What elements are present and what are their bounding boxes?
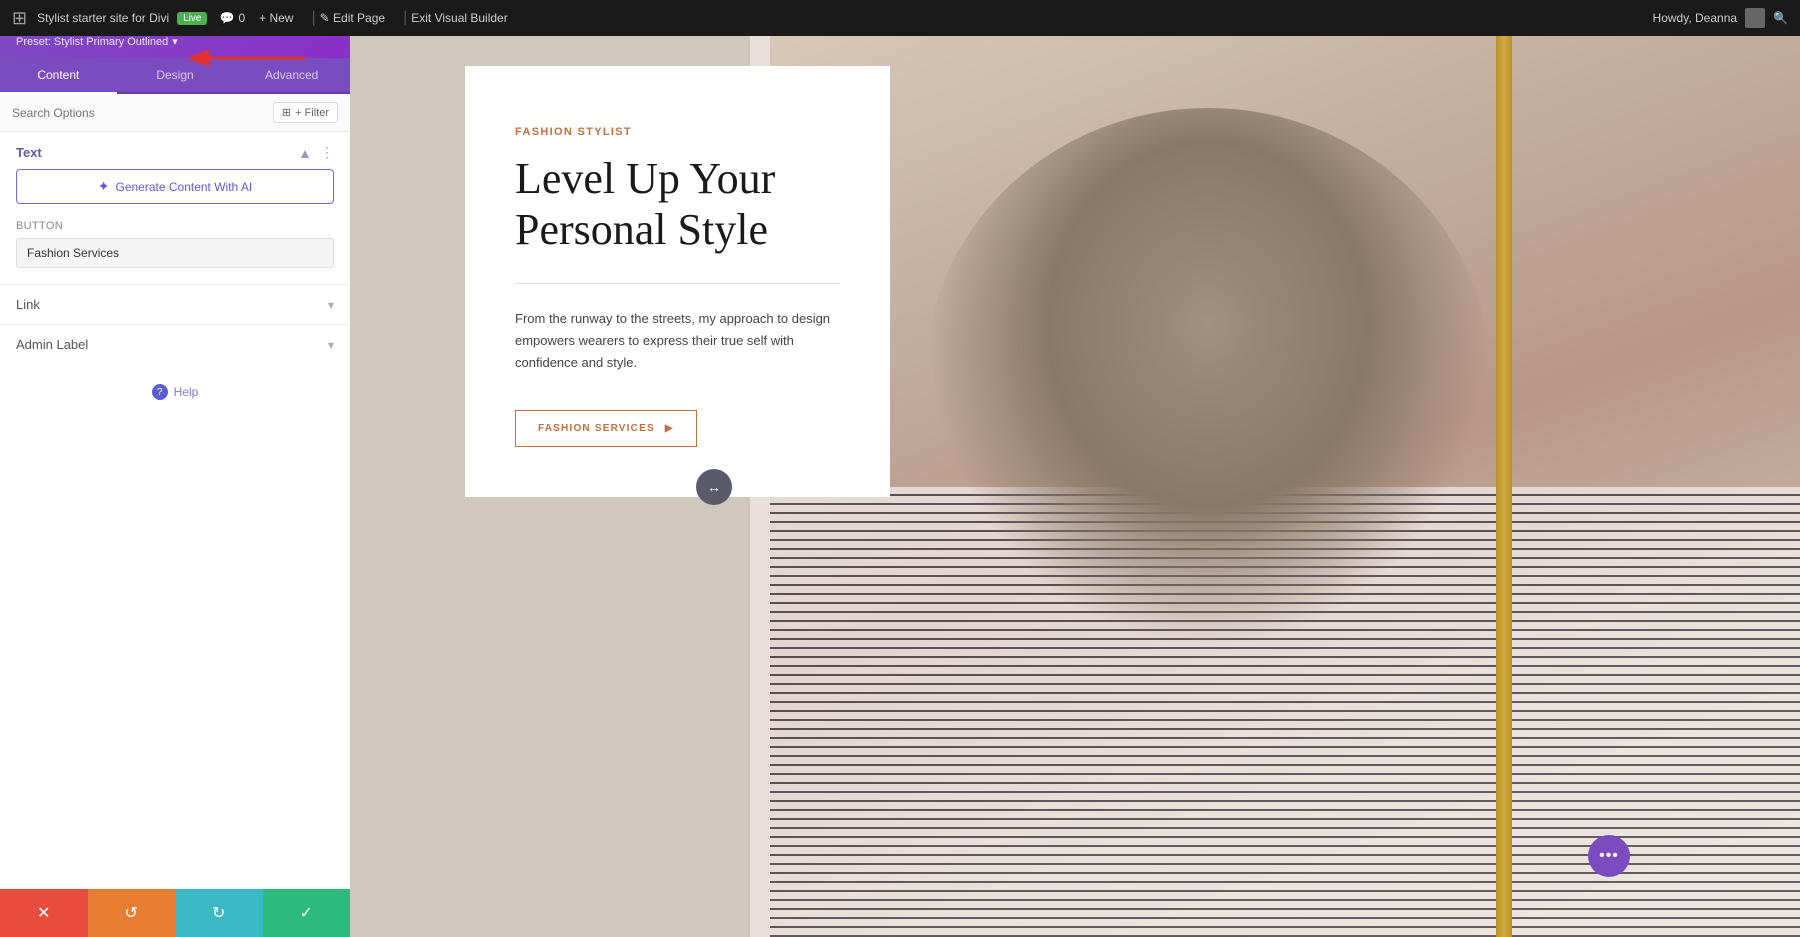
link-section-title: Link [16, 297, 40, 312]
edit-page-button[interactable]: ✎ Edit Page [320, 11, 385, 25]
filter-button[interactable]: ⊞ + Filter [273, 102, 338, 123]
exit-builder-button[interactable]: Exit Visual Builder [411, 11, 508, 25]
text-section-header: Text ▲ ⋮ [0, 132, 350, 169]
section-more-icon[interactable]: ⋮ [320, 144, 334, 161]
link-section[interactable]: Link ▾ [0, 284, 350, 324]
collapse-icon[interactable]: ▲ [298, 145, 312, 161]
link-chevron-icon: ▾ [328, 298, 334, 312]
redo-button[interactable]: ↻ [175, 889, 263, 937]
settings-panel: Button Settings Preset: Stylist Primary … [0, 0, 350, 937]
card-divider [515, 283, 840, 284]
site-name[interactable]: Stylist starter site for Divi [37, 11, 169, 25]
card-eyebrow: FASHION STYLIST [515, 126, 840, 138]
save-button[interactable]: ✓ [263, 889, 351, 937]
section-header-icons: ▲ ⋮ [298, 144, 334, 161]
help-button[interactable]: ? Help [152, 384, 199, 400]
fashion-services-button[interactable]: FASHION SERVICES ▶ [515, 410, 697, 447]
search-input[interactable] [12, 106, 273, 120]
nav-separator: | [311, 9, 315, 27]
howdy-text: Howdy, Deanna [1653, 11, 1738, 25]
generate-ai-button[interactable]: ✦ Generate Content With AI [16, 169, 334, 204]
admin-chevron-icon: ▾ [328, 338, 334, 352]
help-icon: ? [152, 384, 168, 400]
admin-label-title: Admin Label [16, 337, 88, 352]
bottom-toolbar: ✕ ↺ ↻ ✓ [0, 889, 350, 937]
user-avatar[interactable] [1745, 8, 1765, 28]
text-section-title: Text [16, 145, 42, 160]
drag-handle[interactable]: ↔ [696, 469, 732, 505]
comments-button[interactable]: 💬 0 [219, 11, 245, 25]
search-bar: ⊞ + Filter [0, 94, 350, 132]
button-text-input[interactable] [16, 238, 334, 268]
main-content-area: FASHION STYLIST Level Up Your Personal S… [350, 36, 1800, 937]
live-badge: Live [177, 12, 207, 25]
red-arrow-indicator [190, 28, 310, 93]
button-field-label: Button [16, 220, 334, 232]
drag-arrows-icon: ↔ [707, 479, 721, 495]
top-nav-bar: ⊞ Stylist starter site for Divi Live 💬 0… [0, 0, 1800, 36]
button-section: Button [0, 220, 350, 284]
nav-separator-2: | [403, 9, 407, 27]
new-button[interactable]: + New [259, 11, 293, 25]
wordpress-icon[interactable]: ⊞ [12, 8, 27, 29]
card-body-text: From the runway to the streets, my appro… [515, 308, 840, 374]
cancel-button[interactable]: ✕ [0, 889, 88, 937]
filter-icon: ⊞ [282, 106, 291, 119]
comment-icon: 💬 [219, 11, 234, 25]
ai-icon: ✦ [98, 178, 110, 195]
hero-card: FASHION STYLIST Level Up Your Personal S… [465, 66, 890, 497]
admin-label-section[interactable]: Admin Label ▾ [0, 324, 350, 364]
floating-dots-button[interactable]: ••• [1588, 835, 1630, 877]
search-icon[interactable]: 🔍 [1773, 11, 1788, 25]
undo-button[interactable]: ↺ [88, 889, 176, 937]
nav-right-area: Howdy, Deanna 🔍 [1653, 8, 1788, 28]
tab-content[interactable]: Content [0, 58, 117, 94]
hat-shape [925, 108, 1492, 649]
button-arrow-icon: ▶ [665, 423, 674, 434]
help-section: ? Help [0, 364, 350, 420]
photo-right-section: ••• [770, 36, 1800, 937]
card-title: Level Up Your Personal Style [515, 154, 840, 255]
gold-bar [1496, 36, 1512, 937]
photo-placeholder [770, 36, 1800, 937]
